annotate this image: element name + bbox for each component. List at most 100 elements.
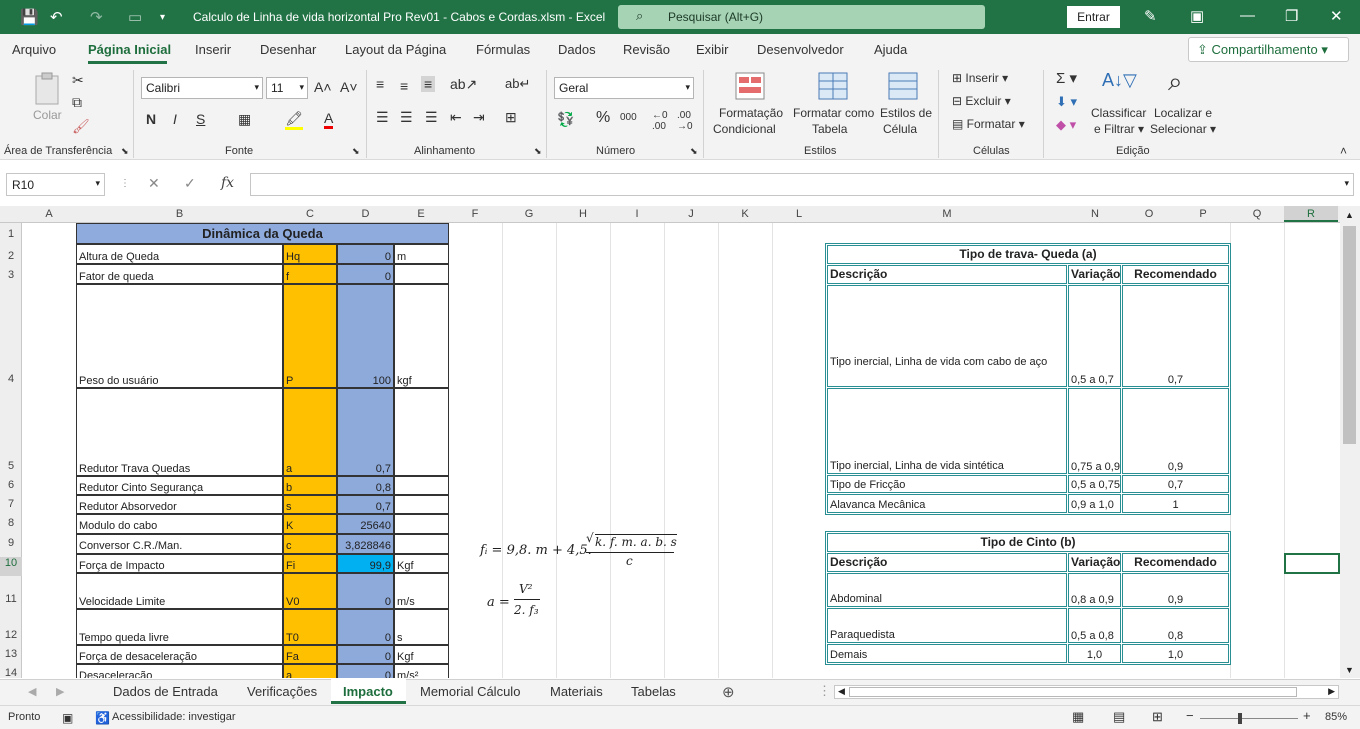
column-header[interactable]: M bbox=[826, 208, 1068, 220]
cancel-icon[interactable]: ✕ bbox=[148, 175, 160, 192]
normal-view-icon[interactable]: ▦ bbox=[1072, 709, 1084, 725]
param-unit[interactable] bbox=[394, 476, 449, 495]
column-header[interactable]: C bbox=[283, 208, 337, 220]
cinto-row-desc[interactable]: Paraquedista bbox=[827, 608, 1067, 643]
param-value[interactable]: 100 bbox=[337, 284, 394, 388]
insert-function-icon[interactable]: fx bbox=[221, 175, 234, 191]
horizontal-scrollbar[interactable]: ◀ ▶ bbox=[834, 685, 1339, 699]
font-color-icon[interactable]: A bbox=[324, 110, 334, 129]
trava-row-rec[interactable]: 0,7 bbox=[1122, 475, 1229, 493]
param-label[interactable]: Redutor Cinto Segurança bbox=[76, 476, 283, 495]
row-header[interactable]: 12 bbox=[0, 629, 22, 641]
cinto-row-var[interactable]: 0,5 a 0,8 bbox=[1068, 608, 1121, 643]
sheet-tab-active[interactable]: Impacto bbox=[343, 684, 393, 699]
param-label[interactable]: Fator de queda bbox=[76, 264, 283, 284]
clipboard-launcher-icon[interactable]: ⬊ bbox=[121, 146, 129, 157]
qat-dropdown-icon[interactable]: ▾ bbox=[160, 12, 165, 23]
row-header[interactable]: 7 bbox=[0, 498, 22, 510]
tab-revisao[interactable]: Revisão bbox=[623, 42, 670, 57]
page-break-icon[interactable]: ⊞ bbox=[1152, 709, 1163, 725]
column-header[interactable]: G bbox=[502, 208, 556, 220]
param-value[interactable]: 0 bbox=[337, 609, 394, 645]
row-header[interactable]: 4 bbox=[0, 373, 22, 385]
number-format-select[interactable]: Geral ▾ bbox=[554, 77, 694, 99]
row-header[interactable]: 3 bbox=[0, 269, 22, 281]
row-header[interactable]: 1 bbox=[0, 228, 22, 240]
scroll-left-icon[interactable]: ◀ bbox=[838, 686, 845, 697]
param-symbol[interactable]: a bbox=[283, 388, 337, 476]
add-sheet-icon[interactable]: ⊕ bbox=[722, 683, 735, 701]
alignment-launcher-icon[interactable]: ⬊ bbox=[534, 146, 542, 157]
column-header[interactable]: K bbox=[718, 208, 772, 220]
comma-style-icon[interactable]: 000 bbox=[620, 112, 637, 123]
selected-cell[interactable] bbox=[1284, 553, 1340, 574]
cinto-row-desc[interactable]: Abdominal bbox=[827, 573, 1067, 607]
tab-desenvolvedor[interactable]: Desenvolvedor bbox=[757, 42, 844, 57]
param-label[interactable]: Redutor Trava Quedas bbox=[76, 388, 283, 476]
bold-button[interactable]: N bbox=[146, 111, 156, 127]
param-unit[interactable]: kgf bbox=[394, 284, 449, 388]
param-value[interactable]: 0 bbox=[337, 664, 394, 678]
format-cells-button[interactable]: ▤ Formatar ▾ bbox=[952, 117, 1025, 131]
cinto-row-rec[interactable]: 0,9 bbox=[1122, 573, 1229, 607]
column-header[interactable]: P bbox=[1176, 208, 1230, 220]
param-symbol[interactable]: f bbox=[283, 264, 337, 284]
vertical-scrollbar[interactable]: ▲ ▼ bbox=[1340, 206, 1360, 678]
param-symbol[interactable]: Fa bbox=[283, 645, 337, 664]
param-unit[interactable] bbox=[394, 388, 449, 476]
enter-icon[interactable]: ✓ bbox=[184, 175, 196, 192]
zoom-in-icon[interactable]: + bbox=[1303, 708, 1311, 723]
cinto-row-rec[interactable]: 0,8 bbox=[1122, 608, 1229, 643]
borders-icon[interactable]: ▦ bbox=[238, 111, 251, 128]
accessibility-icon[interactable]: ♿ bbox=[95, 711, 110, 725]
param-symbol[interactable]: P bbox=[283, 284, 337, 388]
param-symbol[interactable]: Fi bbox=[283, 554, 337, 573]
scroll-down-icon[interactable]: ▼ bbox=[1345, 665, 1354, 675]
undo-icon[interactable]: ↶ bbox=[50, 8, 63, 26]
column-header[interactable]: O bbox=[1122, 208, 1176, 220]
row-header[interactable]: 13 bbox=[0, 648, 22, 660]
param-symbol[interactable]: K bbox=[283, 514, 337, 534]
align-left-icon[interactable]: ☰ bbox=[376, 109, 389, 126]
param-value[interactable]: 0 bbox=[337, 645, 394, 664]
trava-row-desc[interactable]: Tipo inercial, Linha de vida sintética bbox=[827, 388, 1067, 474]
insert-cells-button[interactable]: ⊞ Inserir ▾ bbox=[952, 71, 1008, 85]
signin-button[interactable]: Entrar bbox=[1067, 6, 1120, 28]
column-header[interactable]: F bbox=[448, 208, 502, 220]
name-box[interactable]: R10 ▾ bbox=[6, 173, 105, 196]
param-value[interactable]: 0 bbox=[337, 573, 394, 609]
comment-icon[interactable]: ▭ bbox=[128, 8, 142, 26]
param-label[interactable]: Peso do usuário bbox=[76, 284, 283, 388]
trava-row-rec[interactable]: 0,9 bbox=[1122, 388, 1229, 474]
param-unit[interactable] bbox=[394, 264, 449, 284]
cinto-header-var[interactable]: Variação bbox=[1068, 553, 1121, 572]
align-top-icon[interactable]: ≡ bbox=[376, 76, 384, 92]
tab-exibir[interactable]: Exibir bbox=[696, 42, 729, 57]
cinto-row-desc[interactable]: Demais bbox=[827, 644, 1067, 663]
column-header[interactable]: N bbox=[1068, 208, 1122, 220]
hscroll-thumb[interactable] bbox=[849, 687, 1297, 697]
tab-formulas[interactable]: Fórmulas bbox=[476, 42, 530, 57]
param-value-highlight[interactable]: 99,9 bbox=[337, 554, 394, 573]
param-unit[interactable]: m/s² bbox=[394, 664, 449, 678]
search-box[interactable]: ⌕ Pesquisar (Alt+G) bbox=[618, 5, 985, 29]
row-header[interactable]: 8 bbox=[0, 517, 22, 529]
cut-icon[interactable]: ✂ bbox=[72, 72, 84, 89]
param-unit[interactable]: Kgf bbox=[394, 554, 449, 573]
tab-arquivo[interactable]: Arquivo bbox=[12, 42, 56, 57]
param-label[interactable]: Conversor C.R./Man. bbox=[76, 534, 283, 554]
param-label[interactable]: Altura de Queda bbox=[76, 244, 283, 264]
align-right-icon[interactable]: ☰ bbox=[425, 109, 438, 126]
align-middle-icon[interactable]: ≡ bbox=[400, 78, 408, 94]
sheet-tab[interactable]: Verificações bbox=[247, 684, 317, 699]
worksheet-grid[interactable]: Dinâmica da Queda Altura de Queda Fator … bbox=[22, 223, 1340, 678]
param-unit[interactable]: m bbox=[394, 244, 449, 264]
align-bottom-icon[interactable]: ≡ bbox=[421, 76, 436, 92]
save-icon[interactable]: 💾 bbox=[20, 8, 39, 26]
tab-dados[interactable]: Dados bbox=[558, 42, 596, 57]
row-header[interactable]: 9 bbox=[0, 537, 22, 549]
param-label[interactable]: Força de Impacto bbox=[76, 554, 283, 573]
sheet-tab[interactable]: Materiais bbox=[550, 684, 603, 699]
font-launcher-icon[interactable]: ⬊ bbox=[352, 146, 360, 157]
number-launcher-icon[interactable]: ⬊ bbox=[690, 146, 698, 157]
